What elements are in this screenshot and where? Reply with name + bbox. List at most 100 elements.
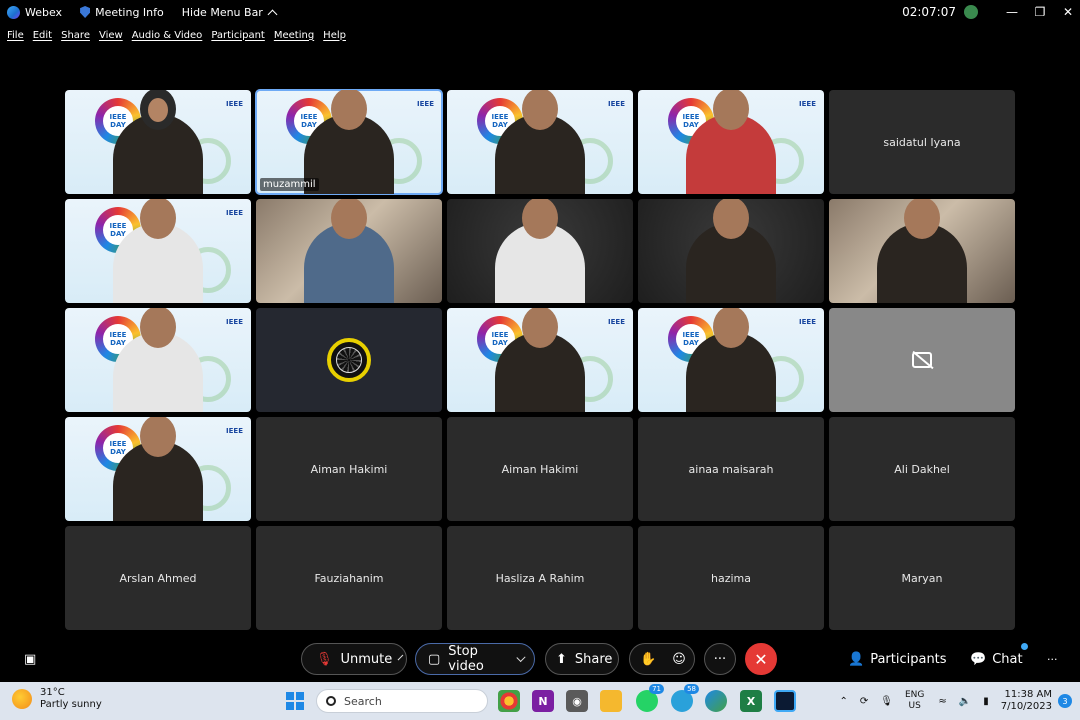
menu-share[interactable]: Share bbox=[61, 30, 90, 41]
mic-muted-icon[interactable]: 🎙 bbox=[880, 696, 893, 707]
video-camera-icon: ▢ bbox=[428, 651, 441, 667]
video-tile[interactable] bbox=[638, 199, 824, 303]
video-tile[interactable] bbox=[829, 199, 1015, 303]
participant-name: hazima bbox=[711, 571, 751, 585]
language-indicator[interactable]: ENG US bbox=[905, 690, 924, 712]
file-explorer-icon[interactable] bbox=[600, 690, 622, 712]
menu-view[interactable]: View bbox=[99, 30, 123, 41]
participant-video bbox=[495, 199, 585, 303]
participant-name: saidatul Iyana bbox=[883, 135, 961, 149]
video-tile[interactable]: IEEE DAY IEEE bbox=[65, 308, 251, 412]
menu-file[interactable]: File bbox=[7, 30, 24, 41]
camera-off-tile[interactable] bbox=[829, 308, 1015, 412]
participant-name-tag: muzammil bbox=[260, 178, 319, 191]
sponsor-logo: IEEE bbox=[417, 100, 434, 108]
sponsor-logo: IEEE bbox=[226, 318, 243, 326]
participant-video bbox=[686, 90, 776, 194]
raise-hand-icon[interactable]: ✋ bbox=[640, 652, 656, 667]
restore-button[interactable]: ❐ bbox=[1028, 0, 1052, 24]
battery-icon[interactable]: ▮ bbox=[983, 696, 989, 707]
participant-video bbox=[113, 90, 203, 194]
camera-off-icon bbox=[912, 352, 932, 368]
share-screen-icon: ⬆ bbox=[556, 651, 567, 667]
menu-meeting[interactable]: Meeting bbox=[274, 30, 314, 41]
video-tile[interactable]: IEEE DAY IEEE bbox=[65, 417, 251, 521]
sponsor-logo: IEEE bbox=[226, 209, 243, 217]
unmute-button[interactable]: 🎙 Unmute bbox=[301, 643, 407, 675]
chevron-up-icon[interactable]: ⌃ bbox=[839, 696, 847, 707]
hide-menu-bar-button[interactable]: Hide Menu Bar bbox=[182, 6, 278, 19]
telegram-icon[interactable]: 58 bbox=[671, 684, 699, 712]
name-tile[interactable]: Maryan bbox=[829, 526, 1015, 630]
clock[interactable]: 11:38 AM 7/10/2023 bbox=[1001, 689, 1052, 713]
name-tile[interactable]: Hasliza A Rahim bbox=[447, 526, 633, 630]
meeting-info-button[interactable]: Meeting Info bbox=[80, 6, 164, 19]
weather-widget[interactable]: 31°C Partly sunny bbox=[12, 687, 102, 711]
name-tile[interactable]: ainaa maisarah bbox=[638, 417, 824, 521]
notification-badge[interactable]: 3 bbox=[1058, 694, 1072, 708]
excel-icon[interactable]: X bbox=[740, 690, 762, 712]
sponsor-logo: IEEE bbox=[799, 318, 816, 326]
weather-temp: 31°C bbox=[40, 687, 65, 698]
participant-video bbox=[495, 308, 585, 412]
menu-help[interactable]: Help bbox=[323, 30, 346, 41]
sync-icon[interactable]: ⟳ bbox=[860, 696, 868, 707]
onenote-icon[interactable]: N bbox=[532, 690, 554, 712]
video-tile[interactable]: IEEE DAY IEEE bbox=[638, 90, 824, 194]
chevron-down-icon[interactable] bbox=[516, 652, 526, 662]
video-tile[interactable]: IEEE DAY IEEE bbox=[65, 90, 251, 194]
video-tile[interactable] bbox=[256, 199, 442, 303]
name-tile[interactable]: Fauziahanim bbox=[256, 526, 442, 630]
share-label: Share bbox=[574, 651, 613, 667]
whatsapp-icon[interactable]: 71 bbox=[636, 684, 664, 712]
emoji-reaction-icon[interactable]: ☺ bbox=[672, 652, 686, 667]
menu-edit[interactable]: Edit bbox=[33, 30, 52, 41]
menu-participant[interactable]: Participant bbox=[211, 30, 265, 41]
chevron-up-icon bbox=[267, 9, 278, 19]
sponsor-logo: IEEE bbox=[608, 100, 625, 108]
camera-app-icon[interactable]: ◉ bbox=[566, 690, 588, 712]
more-options-button[interactable]: ··· bbox=[704, 643, 736, 675]
video-tile[interactable]: IEEE DAY IEEE bbox=[447, 90, 633, 194]
unread-indicator-icon bbox=[1021, 643, 1028, 650]
close-window-button[interactable]: ✕ bbox=[1056, 0, 1080, 24]
taskbar-search[interactable]: Search bbox=[316, 689, 488, 713]
participants-button[interactable]: 👤 Participants bbox=[848, 643, 947, 675]
participant-name: ainaa maisarah bbox=[688, 462, 774, 476]
overflow-menu-button[interactable]: ··· bbox=[1047, 643, 1058, 675]
name-tile[interactable]: saidatul Iyana bbox=[829, 90, 1015, 194]
avatar-tile[interactable] bbox=[256, 308, 442, 412]
video-tile-active-speaker[interactable]: IEEE DAY IEEE muzammil bbox=[255, 89, 443, 195]
share-button[interactable]: ⬆ Share bbox=[545, 643, 619, 675]
name-tile[interactable]: hazima bbox=[638, 526, 824, 630]
video-tile[interactable]: IEEE DAY IEEE bbox=[638, 308, 824, 412]
leave-meeting-button[interactable]: ✕ bbox=[745, 643, 777, 675]
name-tile[interactable]: Arslan Ahmed bbox=[65, 526, 251, 630]
webex-logo-icon bbox=[7, 5, 20, 19]
video-tile[interactable]: IEEE DAY IEEE bbox=[65, 199, 251, 303]
minimize-button[interactable]: — bbox=[1000, 0, 1024, 24]
sponsor-logo: IEEE bbox=[799, 100, 816, 108]
wifi-icon[interactable]: ≈ bbox=[938, 696, 946, 707]
volume-icon[interactable]: 🔈 bbox=[959, 696, 971, 707]
partly-sunny-icon bbox=[12, 689, 32, 709]
video-tile[interactable]: IEEE DAY IEEE bbox=[447, 308, 633, 412]
edge-icon[interactable] bbox=[705, 690, 727, 712]
title-bar: Webex Meeting Info Hide Menu Bar 02:07:0… bbox=[0, 0, 1080, 24]
chrome-icon[interactable] bbox=[498, 690, 520, 712]
name-tile[interactable]: Ali Dakhel bbox=[829, 417, 1015, 521]
chat-button[interactable]: 💬 Chat bbox=[970, 643, 1023, 675]
webex-taskbar-icon[interactable] bbox=[774, 690, 796, 712]
sponsor-logo: IEEE bbox=[226, 427, 243, 435]
windows-taskbar: 31°C Partly sunny Search N ◉ 71 58 X ⌃ ⟳… bbox=[0, 682, 1080, 720]
menu-audio-video[interactable]: Audio & Video bbox=[132, 30, 203, 41]
windows-start-icon[interactable] bbox=[286, 692, 304, 710]
chevron-down-icon[interactable] bbox=[397, 654, 404, 660]
participant-video bbox=[495, 90, 585, 194]
video-tile[interactable] bbox=[447, 199, 633, 303]
name-tile[interactable]: Aiman Hakimi bbox=[447, 417, 633, 521]
participant-grid: IEEE DAY IEEE IEEE DAY IEEE muzammil IEE… bbox=[65, 89, 1017, 634]
stop-video-button[interactable]: ▢ Stop video bbox=[415, 643, 535, 675]
captions-icon[interactable]: ▣ bbox=[24, 643, 36, 675]
name-tile[interactable]: Aiman Hakimi bbox=[256, 417, 442, 521]
